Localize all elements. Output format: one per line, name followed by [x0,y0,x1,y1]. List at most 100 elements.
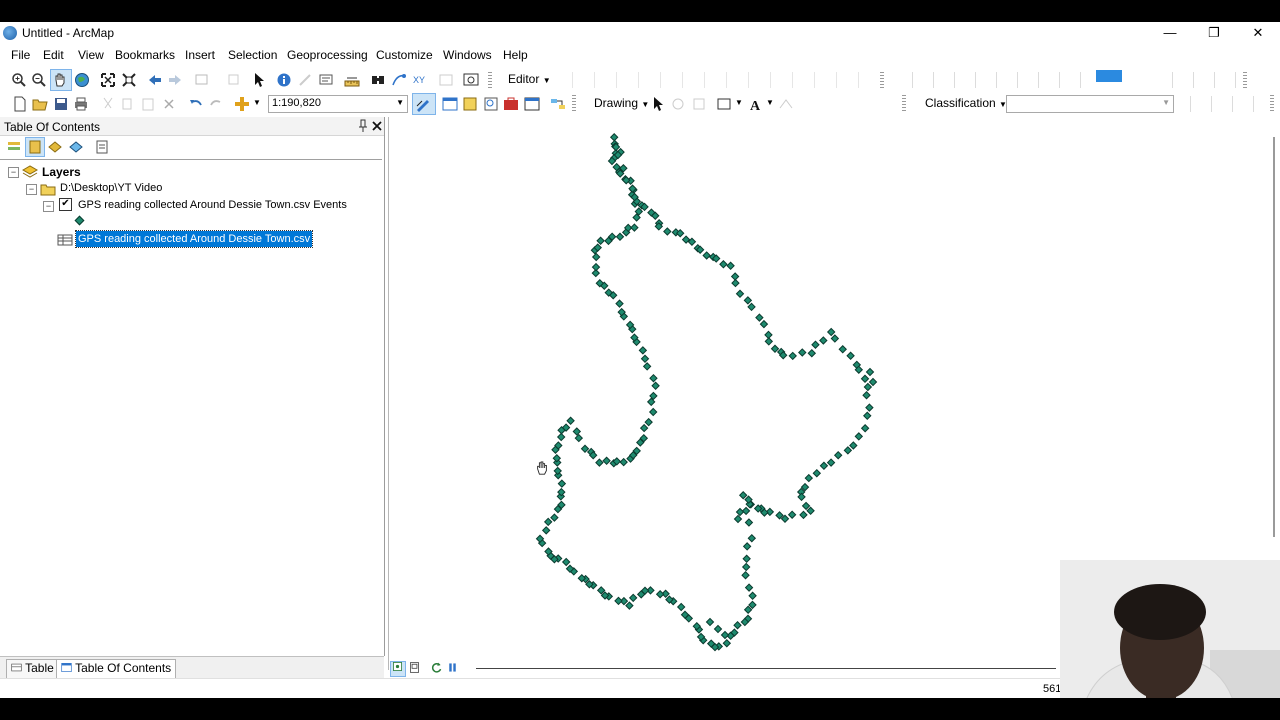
arctoolbox-icon[interactable] [503,96,519,112]
list-by-visibility-icon[interactable] [47,139,63,155]
gps-point[interactable] [625,601,634,610]
editor-menu[interactable]: Editor ▼ [508,72,551,86]
gps-point[interactable] [838,345,847,354]
gps-point[interactable] [735,507,745,517]
gps-point[interactable] [566,416,575,426]
gps-point[interactable] [759,319,769,329]
gps-point[interactable] [702,251,711,260]
gps-point[interactable] [639,423,649,433]
color-swatch[interactable] [1096,70,1122,82]
refresh-icon[interactable] [430,661,443,674]
gps-point[interactable] [726,261,735,271]
gps-point[interactable] [730,272,740,281]
gps-point[interactable] [550,513,559,522]
layout-view-icon[interactable] [408,661,421,674]
minimize-button[interactable]: — [1148,22,1192,44]
gps-point[interactable] [812,468,822,478]
scrollbar-thumb[interactable] [1273,137,1275,537]
gps-point[interactable] [807,348,817,358]
gps-point[interactable] [733,514,743,524]
layers-root-label[interactable]: Layers [42,165,81,179]
pointer-icon[interactable] [251,72,267,88]
gps-point[interactable] [651,381,660,391]
menu-file[interactable]: File [11,48,30,62]
menu-customize[interactable]: Customize [376,48,433,62]
chevron-down-icon[interactable]: ▼ [735,98,743,107]
measure-icon[interactable] [344,72,360,88]
toolbar-grip[interactable] [1270,95,1274,113]
menu-selection[interactable]: Selection [228,48,277,62]
gps-point[interactable] [615,299,624,308]
select-elements-icon[interactable] [650,96,666,112]
chevron-down-icon[interactable]: ▼ [253,98,261,107]
fixed-zoom-icon[interactable] [121,72,137,88]
drawing-menu[interactable]: Drawing ▼ [594,96,649,110]
gps-point[interactable] [572,427,582,436]
gps-point[interactable] [833,450,843,460]
gps-point[interactable] [580,444,590,454]
gps-point[interactable] [744,518,754,527]
menu-bookmarks[interactable]: Bookmarks [115,48,175,62]
add-data-icon[interactable] [234,96,250,112]
gps-point[interactable] [755,313,764,322]
gps-point[interactable] [843,446,853,455]
html-popup-icon[interactable] [318,72,334,88]
gps-point[interactable] [741,570,750,580]
pan-icon[interactable] [52,72,68,88]
gps-point[interactable] [595,458,604,467]
gps-point[interactable] [797,492,806,502]
menu-geoprocessing[interactable]: Geoprocessing [287,48,368,62]
gps-point[interactable] [609,132,619,142]
globe-icon[interactable] [74,72,90,88]
gps-point[interactable] [602,456,611,466]
gps-point[interactable] [747,302,756,312]
find-icon[interactable] [370,72,386,88]
gps-point[interactable] [556,432,566,442]
gps-point[interactable] [849,441,858,450]
gps-point[interactable] [541,526,551,535]
gps-point[interactable] [738,490,748,500]
chevron-down-icon[interactable]: ▼ [766,98,774,107]
gps-point[interactable] [557,479,567,488]
gps-point[interactable] [741,562,751,572]
gps-point[interactable] [854,432,864,441]
toolbar-grip[interactable] [902,95,906,113]
toolbar-grip[interactable] [572,95,576,113]
gps-point[interactable] [743,296,753,305]
classification-layer-combobox[interactable]: ▼ [1006,95,1174,113]
go-to-xy-icon[interactable]: XY [412,72,428,88]
gps-point[interactable] [770,344,780,354]
gps-point[interactable] [596,236,605,246]
chevron-down-icon[interactable]: ▼ [1162,98,1170,107]
gps-point[interactable] [640,354,650,364]
print-icon[interactable] [73,96,89,112]
pause-drawing-icon[interactable] [446,661,459,674]
gps-point[interactable] [561,557,571,567]
gps-point[interactable] [862,390,871,400]
new-document-icon[interactable] [12,96,28,112]
selected-table-item[interactable]: GPS reading collected Around Dessie Town… [74,230,314,248]
layer-name-label[interactable]: GPS reading collected Around Dessie Town… [78,199,347,211]
find-route-icon[interactable] [391,72,407,88]
gps-point[interactable] [648,407,658,417]
gps-point[interactable] [644,417,653,427]
tab-table[interactable]: Table [6,659,59,679]
chevron-down-icon[interactable]: ▼ [396,98,404,107]
gps-point[interactable] [801,501,811,511]
menu-edit[interactable]: Edit [43,48,64,62]
folder-path-label[interactable]: D:\Desktop\YT Video [60,182,162,194]
create-viewer-icon[interactable] [463,72,479,88]
gps-point[interactable] [742,542,752,551]
restore-button[interactable]: ❐ [1192,22,1236,44]
gps-point[interactable] [860,374,870,384]
gps-point[interactable] [819,336,828,345]
gps-point[interactable] [863,411,872,421]
full-extent-icon[interactable] [100,72,116,88]
gps-point[interactable] [705,617,715,627]
gps-point[interactable] [826,327,836,337]
gps-point[interactable] [543,517,553,527]
gps-point[interactable] [799,510,808,520]
map-horizontal-scrollbar[interactable] [476,668,1056,669]
gps-point[interactable] [804,473,814,483]
gps-point[interactable] [826,458,836,467]
